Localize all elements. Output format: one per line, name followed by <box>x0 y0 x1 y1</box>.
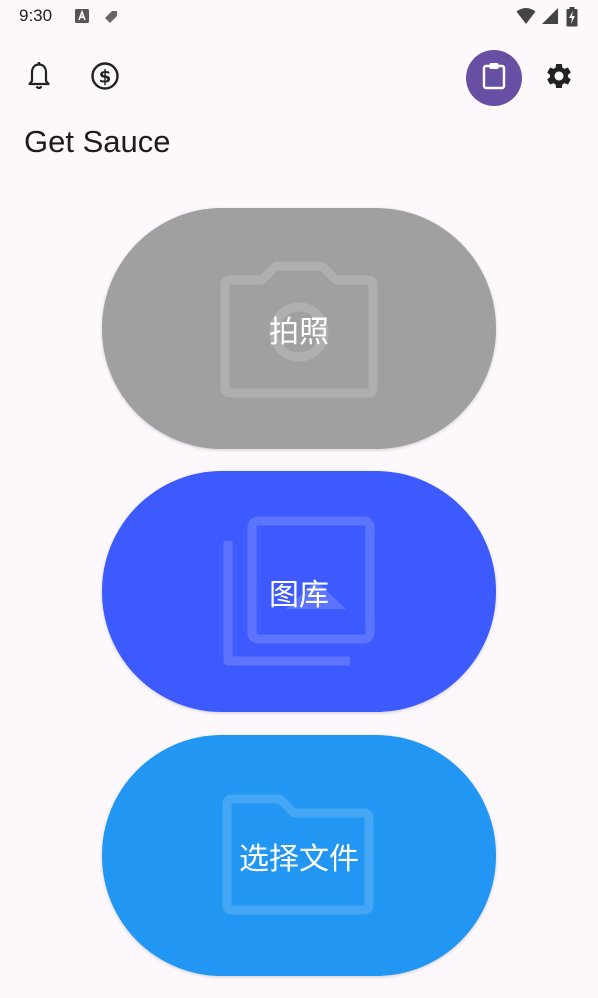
notifications-button[interactable] <box>17 56 61 100</box>
status-time: 9:30 <box>19 6 53 25</box>
battery-charging-icon <box>566 7 578 31</box>
text-a-icon <box>74 8 90 28</box>
choose-file-label: 选择文件 <box>239 841 359 877</box>
tag-icon <box>102 8 120 30</box>
bell-icon <box>26 61 52 95</box>
page-title: Get Sauce <box>24 124 171 159</box>
gallery-label: 图库 <box>269 577 329 613</box>
clipboard-button[interactable] <box>466 50 522 106</box>
donate-button[interactable]: $ <box>83 56 127 100</box>
take-photo-button[interactable]: 拍照 <box>102 208 496 449</box>
settings-button[interactable] <box>537 56 581 100</box>
gear-icon <box>544 61 574 95</box>
wifi-icon <box>516 7 536 29</box>
svg-text:$: $ <box>99 67 112 88</box>
status-bar: 9:30 <box>0 0 598 34</box>
dollar-circle-icon: $ <box>90 61 120 95</box>
clipboard-icon <box>480 61 508 95</box>
choose-file-button[interactable]: 选择文件 <box>102 735 496 976</box>
app-screen: 9:30 $ Get Sauce 拍照 图库 选择文件 <box>0 0 598 998</box>
signal-icon <box>541 7 559 29</box>
take-photo-label: 拍照 <box>269 314 329 350</box>
gallery-button[interactable]: 图库 <box>102 471 496 712</box>
